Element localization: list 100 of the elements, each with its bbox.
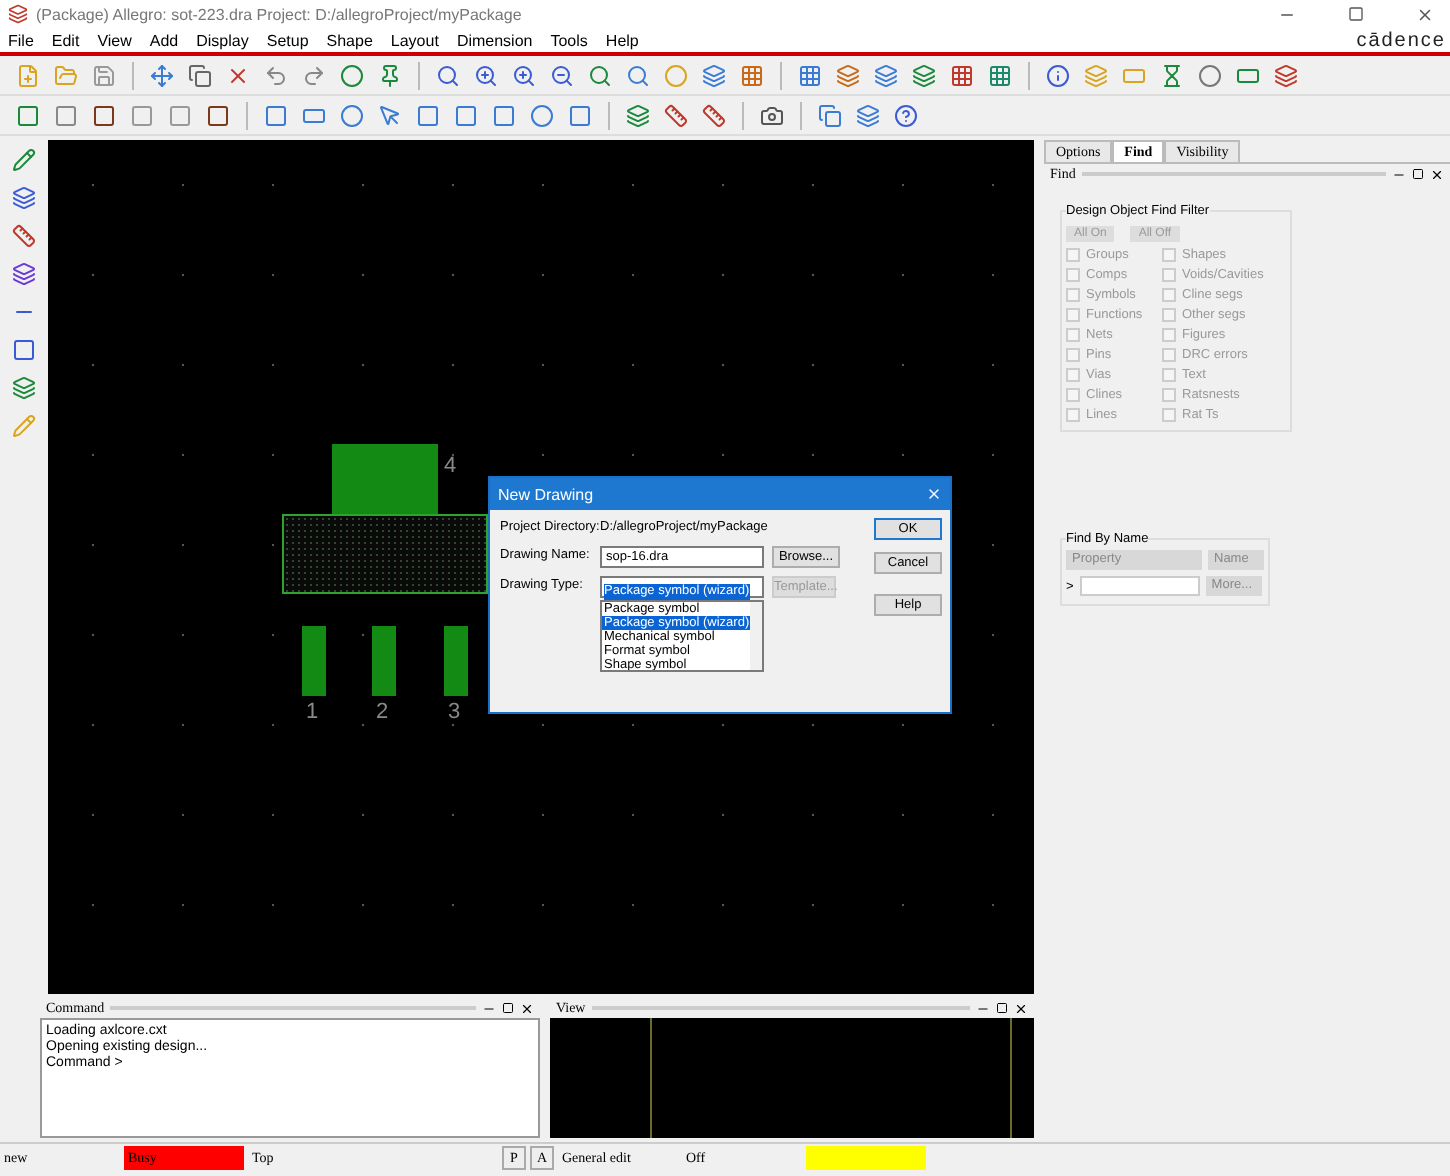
checkbox[interactable] bbox=[1066, 268, 1080, 282]
pin-icon bbox=[378, 63, 402, 87]
pin-label: 2 bbox=[376, 700, 389, 724]
toolbar-button[interactable] bbox=[870, 59, 902, 91]
restore-icon[interactable] bbox=[1412, 168, 1424, 180]
menu-item[interactable]: Display bbox=[196, 31, 249, 49]
checkbox[interactable] bbox=[1162, 308, 1176, 322]
menu-item[interactable]: Setup bbox=[266, 31, 309, 49]
checkbox[interactable] bbox=[1162, 348, 1176, 362]
toolbar-button[interactable] bbox=[1270, 59, 1302, 91]
zoom-in-icon bbox=[474, 63, 498, 87]
toolbar-button[interactable] bbox=[526, 99, 558, 131]
pointer-icon bbox=[378, 103, 402, 127]
toolbar-button[interactable] bbox=[1194, 59, 1226, 91]
toolbar-button[interactable] bbox=[622, 99, 654, 131]
restore-icon[interactable] bbox=[996, 1002, 1008, 1014]
camera-icon bbox=[760, 103, 784, 127]
grid-icon bbox=[988, 63, 1012, 87]
toolbar-button[interactable] bbox=[8, 334, 40, 366]
square-icon bbox=[54, 103, 78, 127]
toolbar-button[interactable] bbox=[336, 59, 368, 91]
menu-item[interactable]: Edit bbox=[51, 31, 80, 49]
checkbox[interactable] bbox=[1066, 388, 1080, 402]
menu-item[interactable]: Add bbox=[149, 31, 179, 49]
square-icon bbox=[264, 103, 288, 127]
zoom-out-icon bbox=[550, 63, 574, 87]
copy-icon bbox=[818, 103, 842, 127]
toolbar-button[interactable] bbox=[908, 59, 940, 91]
toolbar-button[interactable] bbox=[8, 372, 40, 404]
toolbar-button[interactable] bbox=[8, 144, 40, 176]
name-input[interactable] bbox=[1079, 576, 1200, 596]
toolbar-button[interactable] bbox=[890, 99, 922, 131]
menu-item[interactable]: File bbox=[8, 31, 34, 49]
toolbar-button[interactable] bbox=[852, 99, 884, 131]
toolbar-button[interactable] bbox=[1042, 59, 1074, 91]
toolbar-button[interactable] bbox=[146, 59, 178, 91]
menu-item[interactable]: Layout bbox=[390, 31, 439, 49]
checkbox[interactable] bbox=[1162, 328, 1176, 342]
checkbox[interactable] bbox=[1066, 248, 1080, 262]
layers-icon bbox=[836, 63, 860, 87]
checkbox[interactable] bbox=[1162, 368, 1176, 382]
layers-icon bbox=[702, 63, 726, 87]
pin-label: 4 bbox=[444, 454, 457, 478]
layers-icon bbox=[874, 63, 898, 87]
logo: cādence bbox=[1356, 29, 1448, 51]
search-icon bbox=[588, 63, 612, 87]
circle-icon bbox=[664, 63, 688, 87]
close-icon[interactable] bbox=[1430, 167, 1444, 181]
toolbar-button[interactable] bbox=[8, 220, 40, 252]
checkbox[interactable] bbox=[1162, 388, 1176, 402]
checkbox[interactable] bbox=[1066, 368, 1080, 382]
square-icon bbox=[12, 338, 36, 362]
copy-icon bbox=[188, 63, 212, 87]
design-canvas[interactable] bbox=[48, 140, 1034, 994]
maximize-icon[interactable] bbox=[1348, 5, 1364, 21]
menu-item[interactable]: Dimension bbox=[456, 31, 533, 49]
close-icon[interactable] bbox=[1416, 5, 1434, 23]
menu-item[interactable]: View bbox=[97, 31, 132, 49]
rectangle-icon bbox=[302, 103, 326, 127]
toolbar-button[interactable] bbox=[660, 99, 692, 131]
checkbox[interactable] bbox=[1162, 248, 1176, 262]
checkbox[interactable] bbox=[1066, 328, 1080, 342]
toolbar-button[interactable] bbox=[336, 99, 368, 131]
layers-icon bbox=[12, 376, 36, 400]
checkbox[interactable] bbox=[1162, 288, 1176, 302]
ruler-icon bbox=[12, 224, 36, 248]
checkbox[interactable] bbox=[1066, 308, 1080, 322]
checkbox[interactable] bbox=[1066, 288, 1080, 302]
pad bbox=[332, 444, 438, 514]
pencil-icon bbox=[12, 414, 36, 438]
layers-icon bbox=[856, 103, 880, 127]
zoom-in-icon bbox=[512, 63, 536, 87]
toolbar-button[interactable] bbox=[814, 99, 846, 131]
close-icon[interactable] bbox=[1014, 1001, 1028, 1015]
toolbar-button[interactable] bbox=[698, 99, 730, 131]
pad bbox=[372, 626, 396, 696]
toolbar-button[interactable] bbox=[698, 59, 730, 91]
layers-icon bbox=[912, 63, 936, 87]
square-icon bbox=[168, 103, 192, 127]
checkbox[interactable] bbox=[1066, 408, 1080, 422]
toolbar-button[interactable] bbox=[184, 59, 216, 91]
circle-icon bbox=[340, 103, 364, 127]
scrollbar[interactable] bbox=[749, 602, 762, 670]
checkbox[interactable] bbox=[1162, 268, 1176, 282]
checkbox[interactable] bbox=[1162, 408, 1176, 422]
menu-item[interactable]: Shape bbox=[326, 31, 373, 49]
ruler-icon bbox=[664, 103, 688, 127]
toolbar-button[interactable] bbox=[8, 258, 40, 290]
toolbar-button[interactable] bbox=[832, 59, 864, 91]
toolbar-button[interactable] bbox=[8, 182, 40, 214]
restore-icon[interactable] bbox=[502, 1002, 514, 1014]
search-icon bbox=[626, 63, 650, 87]
square-icon bbox=[454, 103, 478, 127]
checkbox[interactable] bbox=[1066, 348, 1080, 362]
close-icon[interactable] bbox=[520, 1001, 534, 1015]
layers-icon bbox=[626, 103, 650, 127]
menu-item[interactable]: Tools bbox=[550, 31, 588, 49]
save-icon bbox=[92, 63, 116, 87]
menu-item[interactable]: Help bbox=[605, 31, 639, 49]
layers-icon bbox=[1084, 63, 1108, 87]
